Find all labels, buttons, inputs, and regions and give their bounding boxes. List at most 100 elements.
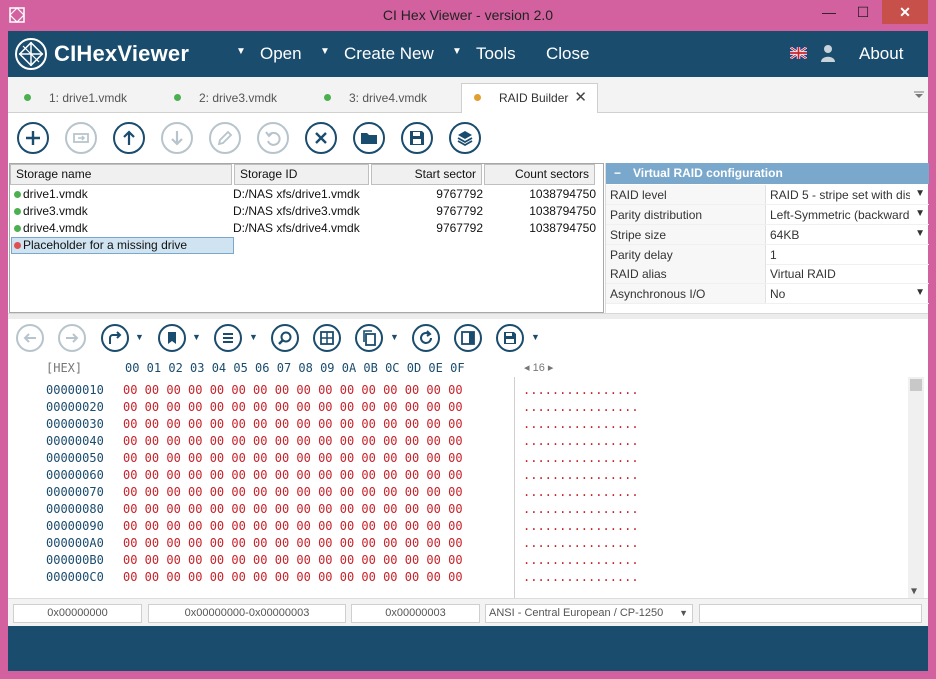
- ascii-row[interactable]: ................: [523, 570, 639, 584]
- dropdown-arrow-icon[interactable]: ▼: [915, 208, 925, 219]
- prop-value[interactable]: Left-Symmetric (backward dyn: [770, 208, 910, 222]
- hex-bytes-row[interactable]: 00 00 00 00 00 00 00 00 00 00 00 00 00 0…: [123, 485, 463, 499]
- copy-button[interactable]: [355, 324, 383, 352]
- undo-button[interactable]: [257, 122, 289, 154]
- bookmark-caret-icon[interactable]: ▼: [192, 332, 201, 342]
- table-row-selected[interactable]: Placeholder for a missing drive: [10, 237, 603, 254]
- close-window-button[interactable]: ✕: [882, 0, 928, 24]
- menu-tools[interactable]: Tools: [476, 44, 516, 64]
- goto-button[interactable]: [101, 324, 129, 352]
- uk-flag-icon[interactable]: [790, 47, 807, 59]
- hex-bytes-row[interactable]: 00 00 00 00 00 00 00 00 00 00 00 00 00 0…: [123, 502, 463, 516]
- scroll-down-icon[interactable]: ▼: [911, 586, 917, 597]
- hex-bytes-row[interactable]: 00 00 00 00 00 00 00 00 00 00 00 00 00 0…: [123, 570, 463, 584]
- menu-open[interactable]: Open: [260, 44, 302, 64]
- hex-bytes-row[interactable]: 00 00 00 00 00 00 00 00 00 00 00 00 00 0…: [123, 553, 463, 567]
- encoding-select[interactable]: ANSI - Central European / CP-1250 ▼: [485, 604, 693, 623]
- prop-raid-alias[interactable]: RAID alias Virtual RAID: [606, 264, 929, 284]
- tools-caret-icon[interactable]: ▼: [452, 46, 462, 57]
- ascii-row[interactable]: ................: [523, 553, 639, 567]
- prop-stripe-size[interactable]: Stripe size 64KB ▼: [606, 225, 929, 245]
- save-hex-button[interactable]: [496, 324, 524, 352]
- remove-button[interactable]: [305, 122, 337, 154]
- ascii-row[interactable]: ................: [523, 502, 639, 516]
- ascii-row[interactable]: ................: [523, 400, 639, 414]
- column-header-count-sectors[interactable]: Count sectors: [484, 164, 595, 185]
- ascii-row[interactable]: ................: [523, 519, 639, 533]
- dropdown-arrow-icon[interactable]: ▼: [915, 228, 925, 239]
- table-row[interactable]: drive1.vmdk D:/NAS xfs/drive1.vmdk 97677…: [10, 186, 603, 203]
- hex-bytes-row[interactable]: 00 00 00 00 00 00 00 00 00 00 00 00 00 0…: [123, 536, 463, 550]
- ascii-row[interactable]: ................: [523, 485, 639, 499]
- hex-bytes-row[interactable]: 00 00 00 00 00 00 00 00 00 00 00 00 00 0…: [123, 519, 463, 533]
- column-header-storage-name[interactable]: Storage name: [10, 164, 232, 185]
- prop-value[interactable]: Virtual RAID: [770, 267, 910, 281]
- move-down-button[interactable]: [161, 122, 193, 154]
- copy-caret-icon[interactable]: ▼: [390, 332, 399, 342]
- bytes-per-row-nav[interactable]: ◂ 16 ▸: [524, 361, 553, 374]
- scroll-thumb[interactable]: [910, 379, 922, 391]
- hex-bytes-row[interactable]: 00 00 00 00 00 00 00 00 00 00 00 00 00 0…: [123, 400, 463, 414]
- prop-value[interactable]: RAID 5 - stripe set with distr: [770, 188, 910, 202]
- dropdown-arrow-icon[interactable]: ▼: [915, 287, 925, 298]
- prop-parity-delay[interactable]: Parity delay 1: [606, 245, 929, 265]
- forward-button[interactable]: [58, 324, 86, 352]
- bookmark-button[interactable]: [158, 324, 186, 352]
- list-caret-icon[interactable]: ▼: [249, 332, 258, 342]
- tab-drive3[interactable]: 2: drive3.vmdk: [174, 84, 277, 113]
- goto-caret-icon[interactable]: ▼: [135, 332, 144, 342]
- table-row[interactable]: drive4.vmdk D:/NAS xfs/drive4.vmdk 97677…: [10, 220, 603, 237]
- ascii-row[interactable]: ................: [523, 451, 639, 465]
- edit-button[interactable]: [209, 122, 241, 154]
- hex-bytes-row[interactable]: 00 00 00 00 00 00 00 00 00 00 00 00 00 0…: [123, 434, 463, 448]
- hex-bytes-row[interactable]: 00 00 00 00 00 00 00 00 00 00 00 00 00 0…: [123, 468, 463, 482]
- raid-config-header[interactable]: − Virtual RAID configuration: [606, 163, 929, 184]
- add-drive-button[interactable]: [17, 122, 49, 154]
- ascii-row[interactable]: ................: [523, 383, 639, 397]
- panel-toggle-button[interactable]: [454, 324, 482, 352]
- save-button[interactable]: [401, 122, 433, 154]
- menu-close[interactable]: Close: [546, 44, 589, 64]
- prop-value[interactable]: 64KB: [770, 228, 910, 242]
- dropdown-arrow-icon[interactable]: ▼: [915, 188, 925, 199]
- column-header-storage-id[interactable]: Storage ID: [234, 164, 369, 185]
- refresh-button[interactable]: [412, 324, 440, 352]
- hex-bytes-row[interactable]: 00 00 00 00 00 00 00 00 00 00 00 00 00 0…: [123, 383, 463, 397]
- vertical-scrollbar[interactable]: ▼: [908, 377, 924, 598]
- menu-create-new[interactable]: Create New: [344, 44, 434, 64]
- menu-about[interactable]: About: [859, 44, 903, 64]
- replace-drive-button[interactable]: [65, 122, 97, 154]
- back-button[interactable]: [16, 324, 44, 352]
- create-new-caret-icon[interactable]: ▼: [320, 46, 330, 57]
- close-tab-icon[interactable]: ✕: [574, 84, 587, 112]
- tab-drive1[interactable]: 1: drive1.vmdk: [24, 84, 127, 113]
- move-up-button[interactable]: [113, 122, 145, 154]
- save-caret-icon[interactable]: ▼: [531, 332, 540, 342]
- hex-bytes-row[interactable]: 00 00 00 00 00 00 00 00 00 00 00 00 00 0…: [123, 417, 463, 431]
- prop-value[interactable]: 1: [770, 248, 910, 262]
- prop-value[interactable]: No: [770, 287, 910, 301]
- maximize-button[interactable]: ☐: [846, 0, 880, 24]
- hex-view[interactable]: [HEX] 00 01 02 03 04 05 06 07 08 09 0A 0…: [8, 357, 928, 598]
- ascii-row[interactable]: ................: [523, 417, 639, 431]
- column-header-start-sector[interactable]: Start sector: [371, 164, 482, 185]
- prop-parity-distribution[interactable]: Parity distribution Left-Symmetric (back…: [606, 205, 929, 225]
- tab-drive4[interactable]: 3: drive4.vmdk: [324, 84, 427, 113]
- ascii-row[interactable]: ................: [523, 468, 639, 482]
- tab-raid-builder[interactable]: RAID Builder ✕: [461, 83, 598, 114]
- hex-bytes-row[interactable]: 00 00 00 00 00 00 00 00 00 00 00 00 00 0…: [123, 451, 463, 465]
- open-caret-icon[interactable]: ▼: [236, 46, 246, 57]
- open-folder-button[interactable]: [353, 122, 385, 154]
- user-icon[interactable]: [820, 44, 836, 62]
- ascii-row[interactable]: ................: [523, 434, 639, 448]
- prop-async-io[interactable]: Asynchronous I/O No ▼: [606, 284, 929, 304]
- build-raid-button[interactable]: [449, 122, 481, 154]
- hex-mode-label[interactable]: [HEX]: [46, 361, 82, 375]
- collapse-icon[interactable]: −: [614, 163, 621, 184]
- tab-list-menu-icon[interactable]: [914, 91, 924, 99]
- table-row[interactable]: drive3.vmdk D:/NAS xfs/drive3.vmdk 97677…: [10, 203, 603, 220]
- prop-raid-level[interactable]: RAID level RAID 5 - stripe set with dist…: [606, 185, 929, 205]
- list-button[interactable]: [214, 324, 242, 352]
- grid-button[interactable]: [313, 324, 341, 352]
- dropdown-arrow-icon[interactable]: ▼: [679, 605, 688, 622]
